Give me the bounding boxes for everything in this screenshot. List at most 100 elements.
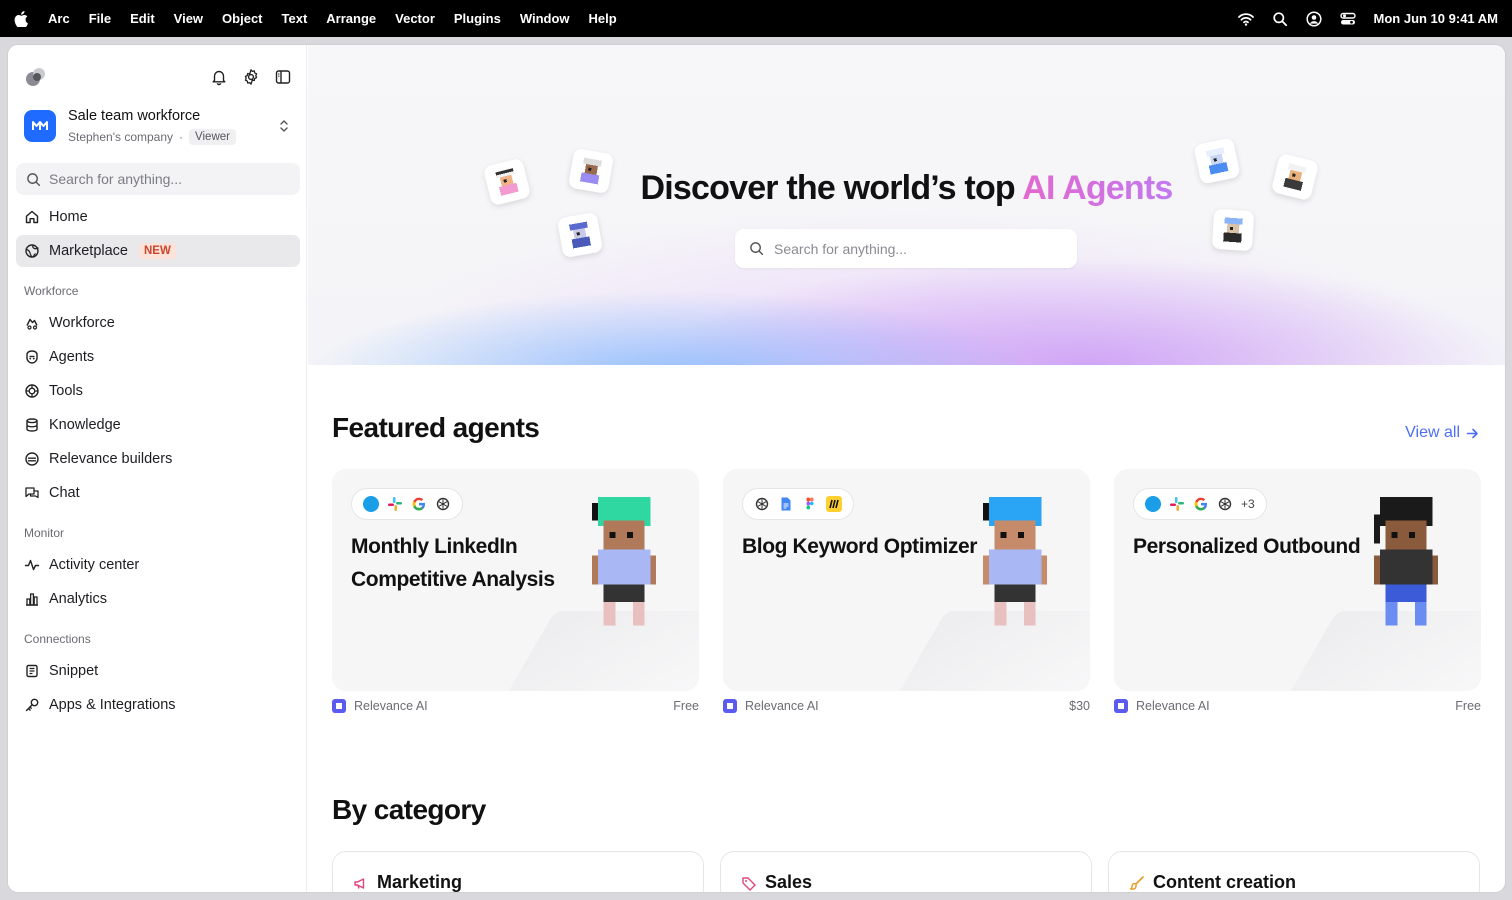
menu-app-name[interactable]: Arc xyxy=(48,11,70,26)
hero-banner: Discover the world’s top AI Agents Searc… xyxy=(308,45,1505,365)
agent-card[interactable]: +3 Personalized Outbound xyxy=(1114,469,1481,691)
workspace-company: Stephen's company xyxy=(68,129,174,144)
sidebar-item-knowledge[interactable]: Knowledge xyxy=(16,409,300,441)
arrow-right-icon xyxy=(1466,428,1478,438)
google-icon xyxy=(412,497,425,511)
workspace-avatar xyxy=(24,110,56,142)
sidebar-item-label: Tools xyxy=(49,383,83,399)
sidebar-search-input[interactable]: Search for anything... xyxy=(16,163,300,195)
database-icon xyxy=(26,418,38,432)
agent-price: Free xyxy=(1455,699,1481,713)
workspace-separator: · xyxy=(179,129,184,144)
integration-badges xyxy=(351,488,463,520)
notification-bell-icon[interactable] xyxy=(210,68,228,86)
agent-price: Free xyxy=(673,699,699,713)
menu-object[interactable]: Object xyxy=(222,11,262,26)
category-card-marketing[interactable]: Marketing xyxy=(332,851,704,892)
agent-card[interactable]: Monthly LinkedIn Competitive Analysis xyxy=(332,469,699,691)
agent-card-title: Blog Keyword Optimizer xyxy=(742,535,978,558)
agent-publisher: Relevance AI xyxy=(354,699,428,713)
menu-plugins[interactable]: Plugins xyxy=(454,11,501,26)
workspace-switcher[interactable]: Sale team workforce Stephen's company · … xyxy=(24,105,292,147)
new-badge: NEW xyxy=(138,243,176,259)
pixel-character-illustration xyxy=(591,497,657,626)
pixel-character-illustration xyxy=(1373,497,1439,626)
workforce-icon xyxy=(26,318,38,330)
sidebar-item-label: Activity center xyxy=(49,557,140,573)
sidebar-section-workforce: Workforce xyxy=(24,284,79,298)
openai-icon xyxy=(755,497,769,511)
openai-icon xyxy=(436,497,450,511)
category-card-sales[interactable]: Sales xyxy=(720,851,1092,892)
category-label: Marketing xyxy=(377,872,463,892)
agent-price: $30 xyxy=(1069,699,1090,713)
control-center-icon[interactable] xyxy=(1339,11,1356,27)
relevance-ai-logo-icon xyxy=(723,699,737,713)
sidebar-item-chat[interactable]: Chat xyxy=(16,477,300,509)
sidebar-item-analytics[interactable]: Analytics xyxy=(16,583,300,615)
sidebar-item-home[interactable]: Home xyxy=(16,201,300,233)
relevance-ai-logo-icon xyxy=(1114,699,1128,713)
menu-text[interactable]: Text xyxy=(282,11,308,26)
workspace-logo-icon xyxy=(32,121,48,130)
sidebar-item-label: Relevance builders xyxy=(49,451,173,467)
user-account-icon[interactable] xyxy=(1305,10,1322,27)
agent-card[interactable]: Blog Keyword Optimizer xyxy=(723,469,1090,691)
pixel-avatar-icon xyxy=(1223,217,1243,243)
slack-icon xyxy=(388,497,402,511)
menu-help[interactable]: Help xyxy=(589,11,617,26)
spotlight-search-icon[interactable] xyxy=(1272,11,1288,27)
sidebar-item-label: Workforce xyxy=(49,315,115,331)
menu-arrange[interactable]: Arrange xyxy=(326,11,376,26)
workspace-name: Sale team workforce xyxy=(68,107,201,124)
hero-search-input[interactable]: Search for anything... xyxy=(735,229,1077,268)
sidebar-nav-primary: Home Marketplace NEW Workforce Workforce… xyxy=(16,201,300,723)
brush-icon xyxy=(1129,876,1144,890)
agent-avatar-sticker xyxy=(556,211,604,259)
menu-bar: Arc File Edit View Object Text Arrange V… xyxy=(0,0,1512,37)
relevance-logo-icon[interactable] xyxy=(24,65,48,89)
sidebar-item-workforce[interactable]: Workforce xyxy=(16,307,300,339)
agent-publisher: Relevance AI xyxy=(745,699,819,713)
workspace-role-badge: Viewer xyxy=(189,128,236,145)
main-content: Discover the world’s top AI Agents Searc… xyxy=(308,45,1505,892)
menu-edit[interactable]: Edit xyxy=(130,11,155,26)
sidebar-item-snippet[interactable]: Snippet xyxy=(16,655,300,687)
sidebar-item-tools[interactable]: Tools xyxy=(16,375,300,407)
menu-view[interactable]: View xyxy=(174,11,203,26)
featured-agents-title: Featured agents xyxy=(332,412,540,443)
menubar-clock[interactable]: Mon Jun 10 9:41 AM xyxy=(1374,11,1498,26)
sidebar-item-label: Marketplace xyxy=(49,243,128,259)
google-icon xyxy=(1194,497,1207,511)
view-all-label: View all xyxy=(1405,424,1460,441)
sidebar-item-marketplace[interactable]: Marketplace NEW xyxy=(16,235,300,267)
sidebar-item-apps-integrations[interactable]: Apps & Integrations xyxy=(16,689,300,721)
category-label: Sales xyxy=(765,872,813,892)
megaphone-icon xyxy=(354,878,365,889)
sidebar-item-relevance-builders[interactable]: Relevance builders xyxy=(16,443,300,475)
tag-icon xyxy=(742,877,756,891)
menu-file[interactable]: File xyxy=(89,11,111,26)
settings-gear-icon[interactable] xyxy=(242,68,260,86)
salesforce-icon xyxy=(1145,496,1161,512)
wifi-icon[interactable] xyxy=(1237,11,1254,27)
sidebar-item-activity-center[interactable]: Activity center xyxy=(16,549,300,581)
tool-icon xyxy=(25,384,39,398)
home-icon xyxy=(25,210,39,224)
relevance-ai-logo-icon xyxy=(332,699,346,713)
category-label: Content creation xyxy=(1153,872,1297,892)
search-icon xyxy=(750,242,764,256)
menu-window[interactable]: Window xyxy=(520,11,570,26)
category-card-content-creation[interactable]: Content creation xyxy=(1108,851,1480,892)
sidebar: Sale team workforce Stephen's company · … xyxy=(8,45,307,892)
sidebar-item-label: Apps & Integrations xyxy=(49,697,176,713)
menu-vector[interactable]: Vector xyxy=(395,11,435,26)
agent-avatar-sticker xyxy=(1211,208,1255,252)
view-all-link[interactable]: View all xyxy=(1405,424,1479,442)
sidebar-section-monitor: Monitor xyxy=(24,526,65,540)
sidebar-toggle-icon[interactable] xyxy=(274,68,292,86)
sidebar-item-agents[interactable]: Agents xyxy=(16,341,300,373)
by-category-title: By category xyxy=(332,794,486,825)
chevron-up-down-icon[interactable] xyxy=(276,118,292,134)
apple-icon[interactable] xyxy=(14,10,28,27)
